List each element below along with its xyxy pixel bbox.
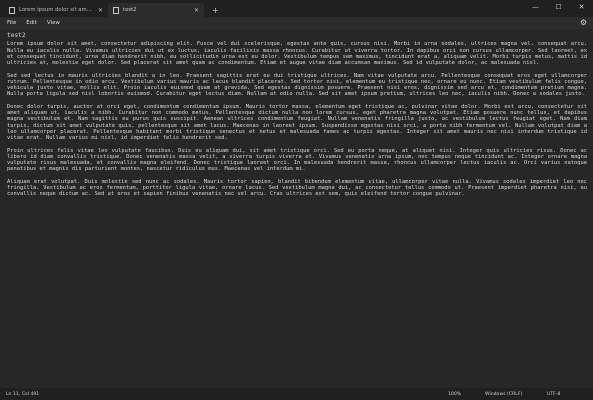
tab-test2[interactable]: test2 ✕	[108, 3, 204, 17]
minimize-button[interactable]: —	[524, 0, 547, 13]
status-bar: Ln 11, Col 491 100% Windows (CRLF) UTF-8	[0, 388, 593, 400]
menu-edit[interactable]: Edit	[21, 20, 42, 26]
close-tab-icon[interactable]: ✕	[194, 7, 199, 14]
paragraph: Aliquam erat volutpat. Duis molestie sed…	[7, 178, 587, 198]
menu-bar: File Edit View	[0, 17, 593, 29]
settings-gear-icon[interactable]: ⚙	[580, 18, 587, 27]
maximize-button[interactable]: ☐	[547, 0, 570, 13]
tab-label: Lorem ipsum dolor sit amet, consect	[19, 7, 94, 13]
window-controls: — ☐ ✕	[524, 0, 593, 13]
line-ending[interactable]: Windows (CRLF)	[485, 392, 522, 397]
menu-view[interactable]: View	[42, 20, 65, 26]
paragraph: Sed sed lectus in mauris ultricies bland…	[7, 72, 587, 98]
document-icon	[113, 6, 119, 14]
cursor-position[interactable]: Ln 11, Col 491	[6, 392, 39, 397]
document-content[interactable]: test2 Lorem ipsum dolor sit amet, consec…	[7, 32, 587, 204]
text-editor[interactable]: test2 Lorem ipsum dolor sit amet, consec…	[0, 29, 593, 388]
zoom-level[interactable]: 100%	[448, 392, 461, 397]
title-bar: Lorem ipsum dolor sit amet, consect ✕ te…	[0, 0, 593, 17]
new-tab-button[interactable]: +	[212, 6, 219, 15]
paragraph: Lorem ipsum dolor sit amet, consectetur …	[7, 41, 587, 66]
document-icon	[9, 6, 15, 14]
close-tab-icon[interactable]: ✕	[98, 7, 103, 14]
tab-label: test2	[123, 7, 137, 13]
close-window-button[interactable]: ✕	[570, 0, 593, 13]
paragraph: Donec dolor turpis, auctor at orci eget,…	[7, 103, 587, 141]
encoding[interactable]: UTF-8	[547, 392, 560, 397]
document-title: test2	[7, 32, 26, 39]
paragraph: Proin ultrices felis vitae leo vulputate…	[7, 147, 587, 173]
tab-lorem-ipsum[interactable]: Lorem ipsum dolor sit amet, consect ✕	[4, 3, 108, 17]
menu-file[interactable]: File	[2, 20, 21, 26]
